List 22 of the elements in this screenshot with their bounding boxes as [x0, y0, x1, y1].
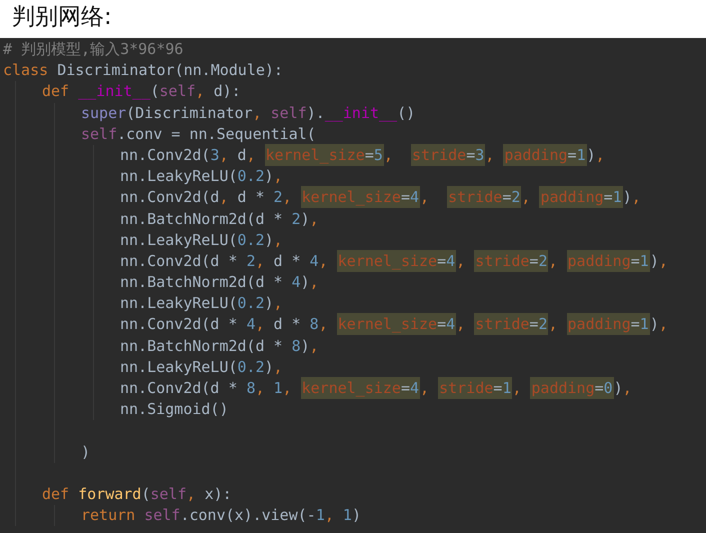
code-line: nn.Conv2d(d, d * 2, kernel_size=4, stride=2, padding=1), — [120, 187, 641, 208]
page-heading: 判别网络: — [11, 3, 112, 32]
code-line: def forward(self, x): — [42, 484, 232, 505]
code-line: nn.BatchNorm2d(d * 2), — [120, 208, 319, 230]
code-line: nn.LeakyReLU(0.2), — [120, 230, 283, 251]
code-line: class Discriminator(nn.Module): — [3, 60, 283, 82]
code-line: return self.conv(x).view(-1, 1) — [81, 505, 361, 526]
code-line: def __init__(self, d): — [42, 81, 241, 102]
code-line: nn.LeakyReLU(0.2), — [120, 293, 283, 314]
code-line: ) — [81, 442, 90, 463]
code-line: super(Discriminator, self).__init__() — [81, 102, 416, 124]
code-line: nn.Sigmoid() — [120, 399, 228, 420]
code-line: nn.Conv2d(3, d, kernel_size=5, stride=3, padding=1), — [120, 144, 605, 166]
code-line: nn.LeakyReLU(0.2), — [120, 356, 283, 378]
code-line: nn.BatchNorm2d(d * 8), — [120, 336, 319, 357]
code-line: nn.Conv2d(d * 2, d * 4, kernel_size=4, stride=2, padding=1), — [120, 250, 668, 272]
code-line: # 判别模型,输入3*96*96 — [3, 39, 184, 60]
code-line: nn.Conv2d(d * 8, 1, kernel_size=4, stride=1, padding=0), — [120, 378, 632, 400]
code-line: nn.LeakyReLU(0.2), — [120, 166, 283, 188]
code-line: nn.Conv2d(d * 4, d * 8, kernel_size=4, stride=2, padding=1), — [120, 314, 668, 336]
code-line: nn.BatchNorm2d(d * 4), — [120, 272, 319, 294]
code-line: self.conv = nn.Sequential( — [81, 124, 316, 145]
